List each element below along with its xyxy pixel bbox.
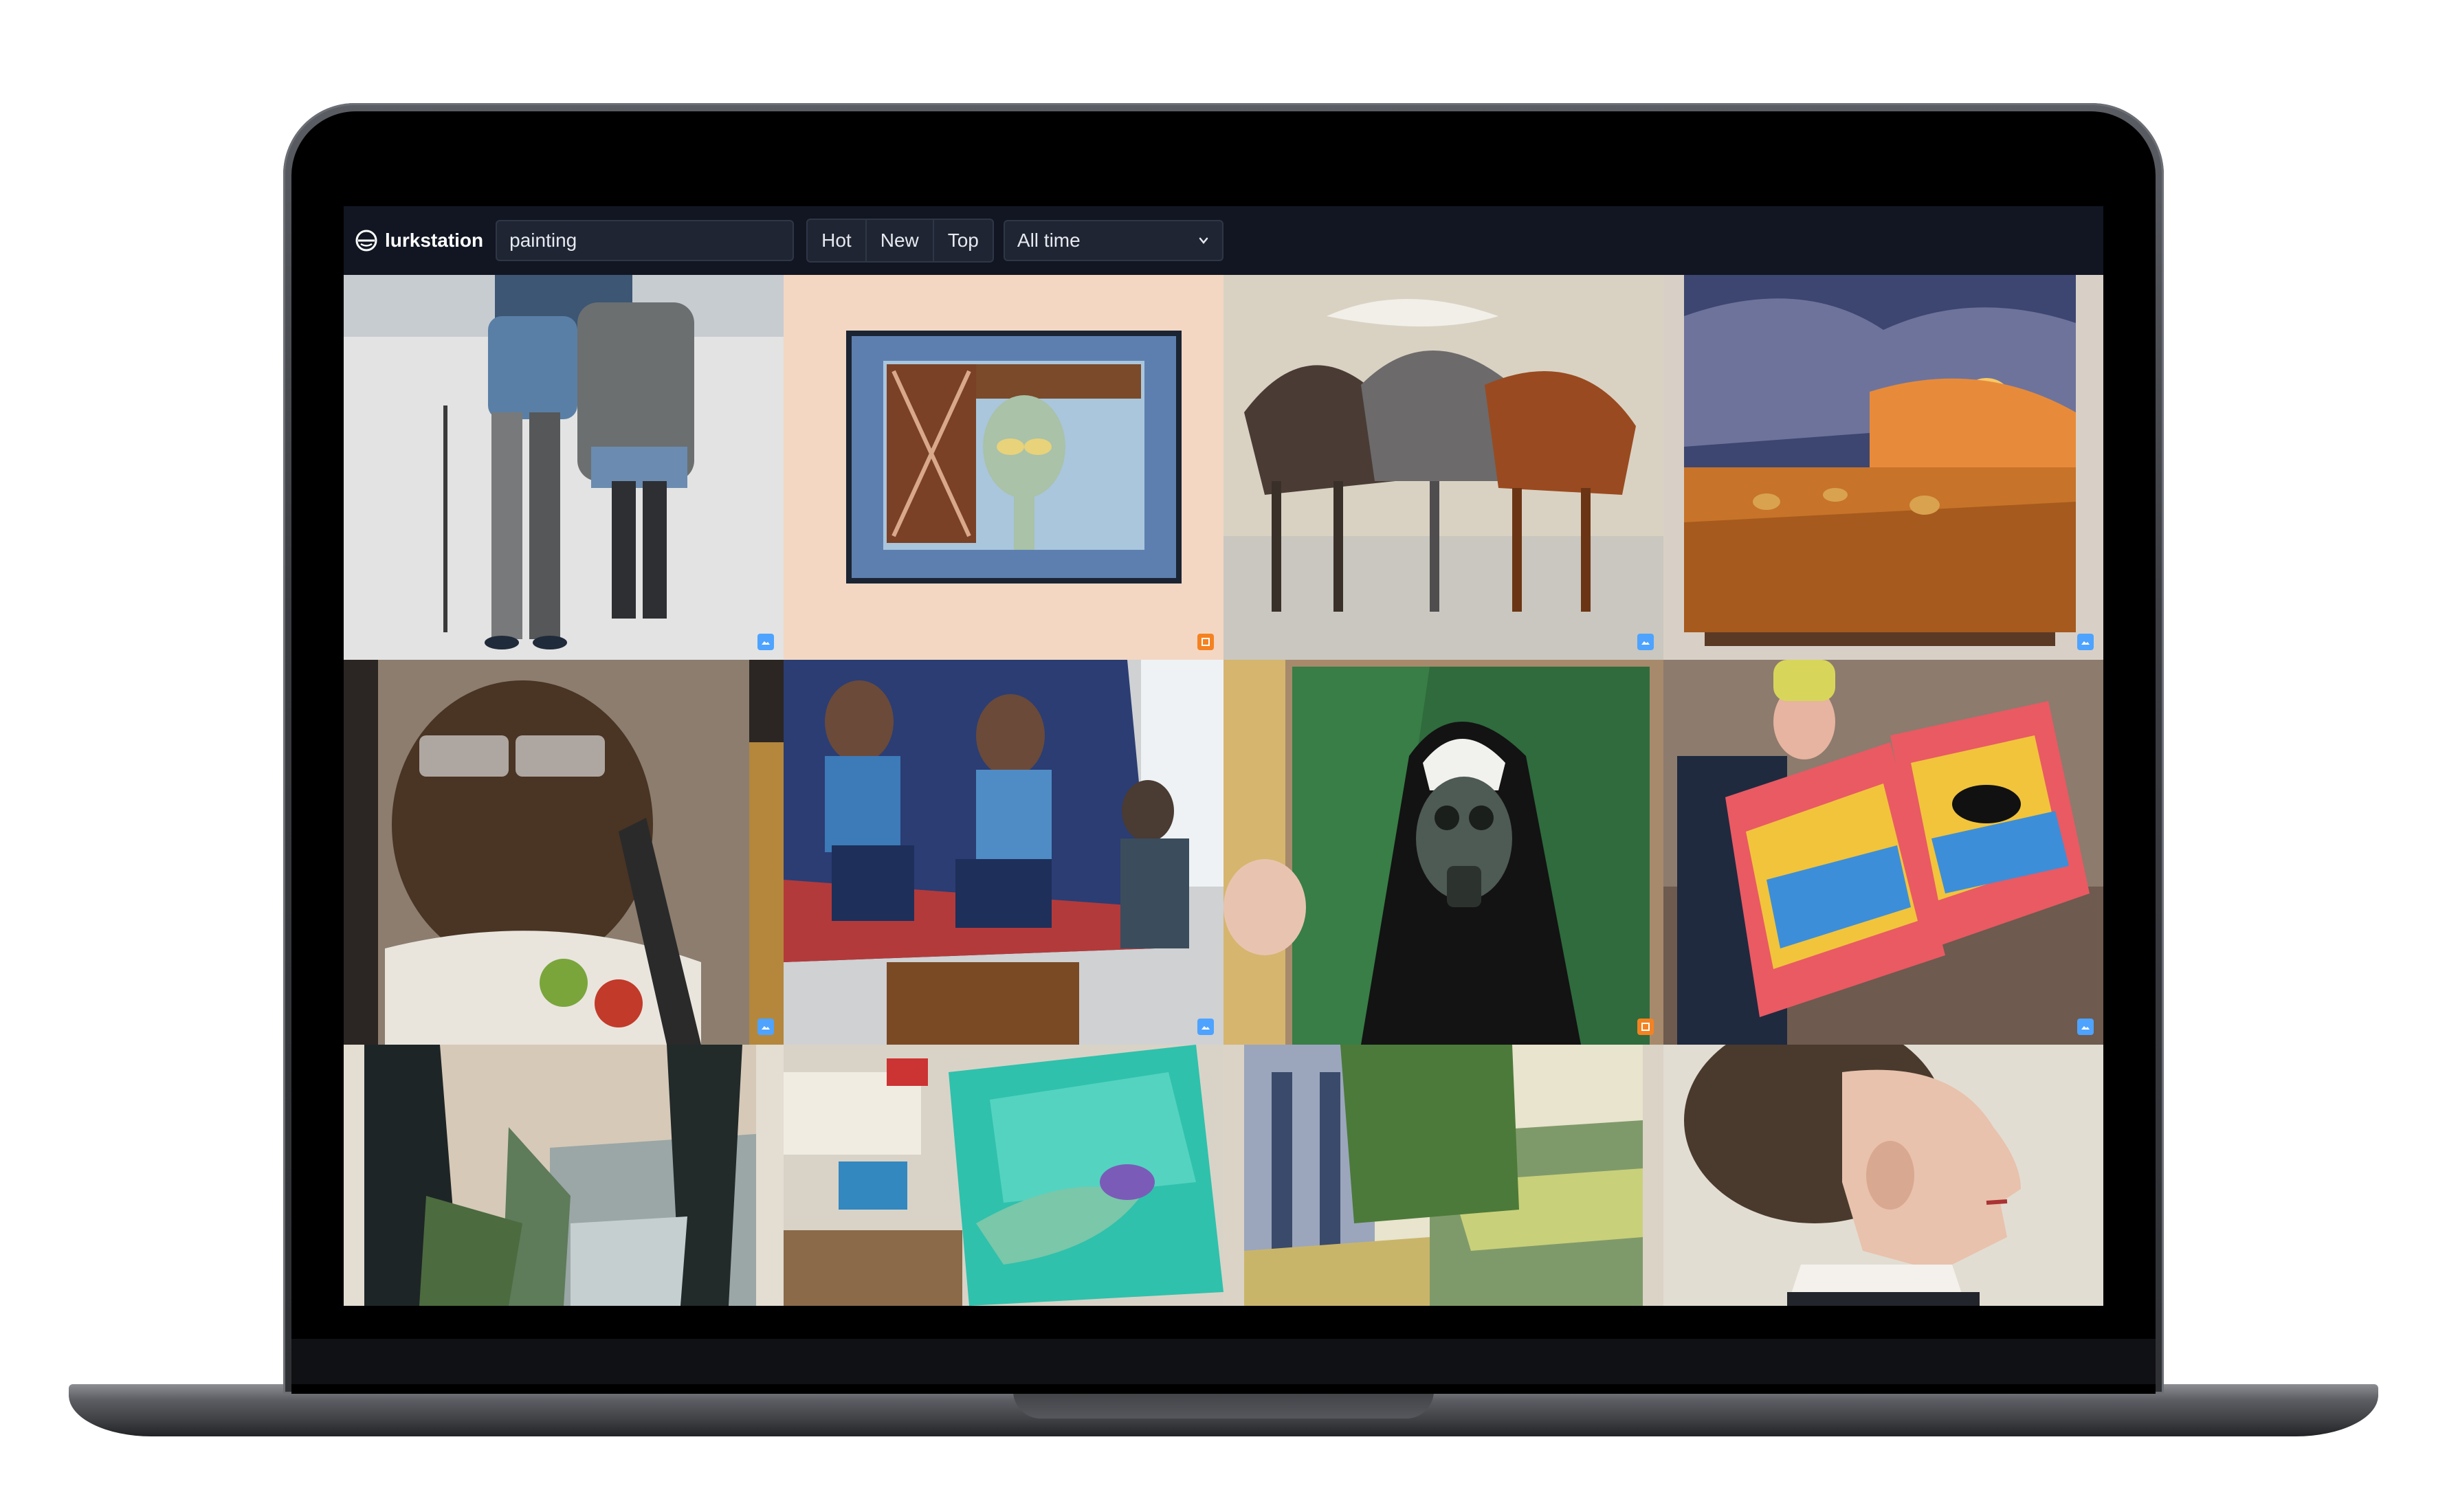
lurkstation-logo-icon [355,230,377,252]
image-type-badge [2077,634,2094,650]
painting-thumbnail [1224,275,1663,660]
painting-thumbnail [1663,1045,2103,1306]
image-grid [344,275,2103,1306]
painting-thumbnail [344,275,784,660]
painting-thumbnail [1224,1045,1663,1306]
time-filter-value: All time [1017,230,1081,251]
painting-thumbnail [344,1045,784,1306]
gallery-type-badge [1197,634,1214,650]
grid-item[interactable] [784,660,1224,1045]
gallery-icon [1641,1023,1650,1031]
grid-item[interactable] [344,275,784,660]
chevron-down-icon [1199,237,1208,244]
painting-thumbnail [1663,660,2103,1045]
painting-thumbnail [784,275,1224,660]
laptop-chin [291,1339,2156,1384]
app-logo[interactable]: lurkstation [355,206,483,275]
grid-item[interactable] [784,275,1224,660]
grid-item[interactable] [344,1045,784,1306]
painting-thumbnail [1663,275,2103,660]
image-icon [2081,1026,2090,1030]
image-icon [762,1026,770,1030]
grid-item[interactable] [1663,660,2103,1045]
image-type-badge [757,1019,774,1035]
painting-thumbnail [784,660,1224,1045]
image-type-badge [1197,1019,1214,1035]
grid-item[interactable] [784,1045,1224,1306]
sort-hot-button[interactable]: Hot [808,220,867,261]
sort-new-button[interactable]: New [867,220,934,261]
top-bar: lurkstation Hot New Top All time [344,206,2103,275]
search-input[interactable] [496,220,795,261]
image-type-badge [2077,1019,2094,1035]
image-type-badge [1637,634,1654,650]
gallery-icon [1202,638,1210,646]
time-filter-select[interactable]: All time [1003,220,1224,261]
sort-button-group: Hot New Top [806,219,994,263]
grid-item[interactable] [1663,1045,2103,1306]
grid-item[interactable] [1663,275,2103,660]
painting-thumbnail [1224,660,1663,1045]
grid-item[interactable] [1224,275,1663,660]
laptop-mockup: lurkstation Hot New Top All time [0,0,2447,1512]
painting-thumbnail [344,660,784,1045]
app-name: lurkstation [385,230,484,251]
grid-item[interactable] [1224,660,1663,1045]
painting-thumbnail [784,1045,1224,1306]
image-icon [762,641,770,645]
sort-top-button[interactable]: Top [934,220,993,261]
grid-item[interactable] [1224,1045,1663,1306]
image-icon [2081,641,2090,645]
image-type-badge [757,634,774,650]
app-screen: lurkstation Hot New Top All time [344,206,2103,1306]
gallery-type-badge [1637,1019,1654,1035]
image-icon [1202,1026,1210,1030]
image-icon [1641,641,1650,645]
grid-item[interactable] [344,660,784,1045]
